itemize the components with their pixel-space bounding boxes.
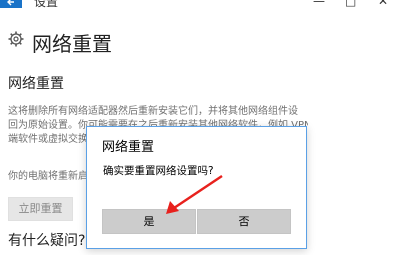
- close-button[interactable]: ✕: [378, 0, 388, 8]
- window-title: 设置: [34, 0, 59, 8]
- back-button[interactable]: [0, 0, 22, 8]
- dialog-title: 网络重置: [102, 140, 155, 155]
- section-title: 网络重置: [8, 76, 64, 92]
- no-button[interactable]: 否: [197, 209, 291, 234]
- reset-now-button[interactable]: 立即重置: [8, 197, 73, 221]
- minimize-button[interactable]: —: [313, 0, 325, 8]
- page-title: 网络重置: [32, 32, 112, 56]
- yes-button[interactable]: 是: [102, 209, 196, 234]
- description-line: 这将删除所有网络适配器然后重新安装它们，并将其他网络组件设: [8, 106, 298, 117]
- confirm-dialog: 网络重置 确实要重置网络设置吗? 是 否: [86, 126, 307, 249]
- dialog-message: 确实要重置网络设置吗?: [103, 165, 214, 177]
- restart-note: 你的电脑将重新启动。: [8, 171, 93, 182]
- question-heading: 有什么疑问?: [8, 233, 86, 249]
- gear-icon: [8, 31, 24, 47]
- back-arrow-icon: [7, 0, 14, 6]
- maximize-button[interactable]: □: [345, 0, 356, 8]
- title-bar: 设置 — □ ✕: [0, 0, 399, 8]
